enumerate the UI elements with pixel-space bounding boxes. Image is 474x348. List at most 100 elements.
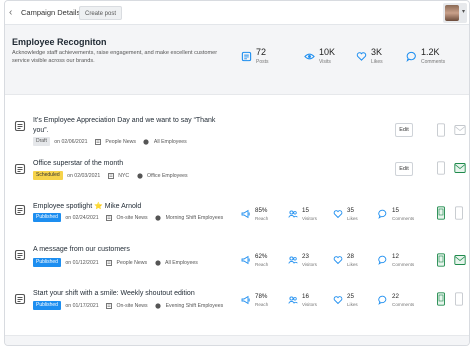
status-badge: Published bbox=[33, 301, 61, 310]
channel-icon bbox=[95, 138, 101, 145]
comments-value: 12 bbox=[392, 253, 399, 260]
audience-icon bbox=[154, 259, 161, 266]
channel-icon bbox=[106, 214, 112, 221]
mobile-preview-icon[interactable] bbox=[436, 161, 446, 175]
mobile-preview-icon[interactable] bbox=[436, 253, 446, 267]
megaphone-icon bbox=[241, 295, 250, 305]
users-icon bbox=[288, 256, 298, 264]
likes-label: Likes bbox=[347, 216, 358, 221]
top-bar: ‹ Campaign Details Create post ▾ bbox=[5, 1, 469, 25]
post-title[interactable]: Employee spotlight ⭐ Mike Arnold bbox=[33, 202, 218, 212]
stat-label: Posts bbox=[256, 59, 269, 65]
channel-icon bbox=[106, 302, 112, 309]
post-meta: Published on 01/12/2021 People News All … bbox=[33, 258, 198, 268]
users-icon bbox=[288, 296, 298, 304]
email-preview-icon[interactable] bbox=[454, 253, 466, 267]
post-title[interactable]: Office superstar of the month bbox=[33, 159, 218, 169]
likes-value: 28 bbox=[347, 253, 354, 260]
comments-label: Comments bbox=[392, 262, 415, 267]
heart-icon bbox=[333, 296, 343, 305]
comment-icon bbox=[378, 295, 387, 305]
posts-icon bbox=[241, 51, 252, 62]
post-date: on 02/03/2021 bbox=[67, 172, 101, 179]
reach-value: 78% bbox=[255, 293, 268, 300]
mobile-preview-icon[interactable] bbox=[454, 206, 464, 220]
post-row[interactable]: A message from our customers Published o… bbox=[5, 245, 469, 285]
post-audience: Evening Shift Employees bbox=[165, 302, 224, 309]
channel-icon bbox=[106, 259, 112, 266]
stat-value: 72 bbox=[256, 47, 267, 57]
stat-label: Likes bbox=[371, 59, 383, 65]
stat-value: 10K bbox=[319, 47, 336, 57]
stat-label: Visits bbox=[319, 59, 331, 65]
post-meta: Published on 02/24/2021 On-site News Mor… bbox=[33, 213, 223, 223]
edit-button[interactable]: Edit bbox=[395, 123, 413, 137]
status-badge: Published bbox=[33, 258, 61, 267]
comment-icon bbox=[378, 255, 387, 265]
mobile-preview-icon[interactable] bbox=[454, 292, 464, 306]
chevron-down-icon: ▾ bbox=[461, 9, 465, 15]
post-icon bbox=[14, 120, 26, 132]
post-date: on 01/17/2021 bbox=[65, 302, 99, 309]
users-icon bbox=[288, 210, 298, 218]
visitors-value: 16 bbox=[302, 293, 309, 300]
post-row[interactable]: Office superstar of the month Scheduled … bbox=[5, 159, 469, 199]
email-preview-icon[interactable] bbox=[454, 123, 466, 137]
post-icon bbox=[14, 249, 26, 261]
mobile-preview-icon[interactable] bbox=[436, 206, 446, 220]
status-badge: Draft bbox=[33, 137, 50, 146]
campaign-title: Employee Recogniton bbox=[12, 37, 107, 47]
stat-value: 1.2K bbox=[421, 47, 440, 57]
post-row[interactable]: It’s Employee Appreciation Day and we wa… bbox=[5, 116, 469, 156]
visitors-label: Visitors bbox=[302, 262, 317, 267]
post-channel: On-site News bbox=[116, 302, 148, 309]
post-audience: Morning Shift Employees bbox=[165, 214, 224, 221]
reach-value: 62% bbox=[255, 253, 268, 260]
post-meta: Published on 01/17/2021 On-site News Eve… bbox=[33, 301, 223, 311]
post-audience: Office Employees bbox=[147, 172, 188, 179]
post-row[interactable]: Start your shift with a smile: Weekly sh… bbox=[5, 289, 469, 329]
reach-label: Reach bbox=[255, 302, 269, 307]
audience-icon bbox=[155, 302, 161, 309]
post-date: on 01/12/2021 bbox=[65, 259, 99, 266]
user-menu[interactable]: ▾ bbox=[443, 3, 467, 23]
campaign-summary: Employee Recogniton Acknowledge staff ac… bbox=[5, 25, 469, 95]
post-channel: People News bbox=[105, 138, 136, 145]
create-post-button[interactable]: Create post bbox=[79, 6, 123, 20]
heart-icon bbox=[333, 210, 343, 219]
post-title[interactable]: Start your shift with a smile: Weekly sh… bbox=[33, 289, 233, 299]
breadcrumb: Campaign Details bbox=[21, 8, 81, 17]
post-audience: All Employees bbox=[165, 259, 198, 266]
post-row[interactable]: Employee spotlight ⭐ Mike Arnold Publish… bbox=[5, 200, 469, 240]
audience-icon bbox=[155, 214, 161, 221]
reach-label: Reach bbox=[255, 262, 269, 267]
post-date: on 02/24/2021 bbox=[65, 214, 99, 221]
channel-icon bbox=[107, 172, 114, 179]
megaphone-icon bbox=[241, 209, 250, 219]
heart-icon bbox=[356, 52, 367, 61]
post-channel: On-site News bbox=[116, 214, 148, 221]
stat-label: Comments bbox=[421, 59, 446, 65]
post-date: on 02/06/2021 bbox=[54, 138, 88, 145]
comments-label: Comments bbox=[392, 216, 415, 221]
back-arrow-icon[interactable]: ‹ bbox=[9, 7, 19, 19]
mobile-preview-icon[interactable] bbox=[436, 292, 446, 306]
campaign-description: Acknowledge staff achievements, raise en… bbox=[12, 50, 218, 64]
post-icon bbox=[14, 293, 26, 305]
status-badge: Published bbox=[33, 213, 61, 222]
email-preview-icon[interactable] bbox=[454, 161, 466, 175]
mobile-preview-icon[interactable] bbox=[436, 123, 446, 137]
post-channel: People News bbox=[116, 259, 148, 266]
post-icon bbox=[14, 163, 26, 175]
post-title[interactable]: It’s Employee Appreciation Day and we wa… bbox=[33, 116, 218, 135]
edit-button[interactable]: Edit bbox=[395, 162, 413, 176]
stat-value: 3K bbox=[371, 47, 383, 57]
app-frame: ‹ Campaign Details Create post ▾ Employe… bbox=[4, 0, 470, 346]
post-title[interactable]: A message from our customers bbox=[33, 245, 218, 255]
likes-value: 25 bbox=[347, 293, 354, 300]
likes-value: 35 bbox=[347, 207, 354, 214]
visitors-value: 15 bbox=[302, 207, 309, 214]
comments-value: 15 bbox=[392, 207, 399, 214]
audience-icon bbox=[143, 138, 150, 145]
post-audience: All Employees bbox=[153, 138, 187, 145]
